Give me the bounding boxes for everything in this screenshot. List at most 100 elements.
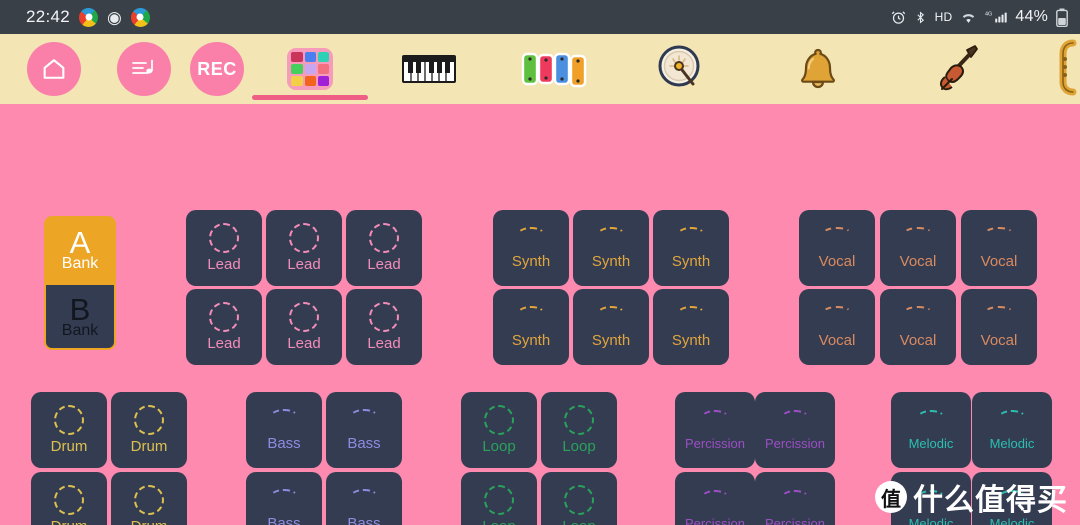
drum-tab[interactable] (615, 34, 749, 104)
pad-ring-icon (134, 485, 164, 515)
pad-melodic[interactable]: Melodic (891, 392, 971, 468)
pad-ring-icon (289, 223, 319, 253)
pad-label: Melodic (908, 435, 954, 451)
pad-vocal[interactable]: Vocal (961, 289, 1037, 365)
pad-synth[interactable]: Synth (493, 210, 569, 286)
pad-vocal[interactable]: Vocal (961, 210, 1037, 286)
pad-synth[interactable]: Synth (653, 210, 729, 286)
pad-bass[interactable]: Bass (326, 472, 402, 525)
pad-label: Drum (130, 438, 168, 455)
pad-ring-icon (822, 226, 852, 241)
pad-bass[interactable]: Bass (246, 392, 322, 468)
bank-b-button[interactable]: B Bank (44, 283, 116, 350)
xylophone-tab[interactable] (491, 34, 615, 104)
pad-vocal[interactable]: Vocal (799, 210, 875, 286)
pad-label: Loop (562, 518, 595, 525)
pad-vocal[interactable]: Vocal (799, 289, 875, 365)
pad-melodic[interactable]: Melodic (972, 472, 1052, 525)
pad-drum[interactable]: Drum (31, 472, 107, 525)
pad-lead[interactable]: Lead (186, 289, 262, 365)
pad-ring-icon (700, 489, 730, 508)
home-icon (40, 55, 68, 83)
grid-cell (304, 52, 316, 62)
home-button[interactable] (0, 34, 108, 104)
pad-lead[interactable]: Lead (186, 210, 262, 286)
song-list-button-circle[interactable] (117, 42, 172, 96)
wifi-icon (960, 10, 977, 25)
home-button-circle[interactable] (27, 42, 81, 96)
pad-label: Synth (671, 331, 711, 349)
pad-lead[interactable]: Lead (346, 210, 422, 286)
record-button[interactable]: REC (181, 34, 254, 104)
pad-ring-icon (484, 405, 514, 435)
pad-bass[interactable]: Bass (326, 392, 402, 468)
pad-label: Drum (50, 438, 88, 455)
bank-a-label: Bank (61, 255, 99, 272)
bell-tab[interactable] (748, 34, 887, 104)
pad-grid-tab[interactable] (252, 34, 369, 104)
pad-label: Synth (591, 331, 631, 349)
pad-loop[interactable]: Loop (541, 392, 617, 468)
pad-loop[interactable]: Loop (461, 392, 537, 468)
pads-area: A Bank B Bank Lead Lead Lead Lead Lead Lead Sy… (0, 104, 1080, 525)
pad-ring-icon (484, 485, 514, 515)
bank-selector: A Bank B Bank (44, 216, 116, 350)
pad-percission[interactable]: Percission (755, 472, 835, 525)
pad-synth[interactable]: Synth (573, 289, 649, 365)
pad-drum[interactable]: Drum (111, 472, 187, 525)
pad-drum[interactable]: Drum (31, 392, 107, 468)
pad-lead[interactable]: Lead (266, 210, 342, 286)
pad-label: Vocal (980, 331, 1018, 349)
bank-b-label: Bank (61, 322, 99, 339)
violin-tab[interactable] (888, 34, 1025, 104)
rec-icon: REC (197, 58, 237, 79)
pad-ring-icon (564, 485, 594, 515)
piano-tab[interactable] (367, 34, 491, 104)
status-bar-left: 22:42 ◉ (26, 7, 150, 27)
pad-lead[interactable]: Lead (266, 289, 342, 365)
pad-synth[interactable]: Synth (573, 210, 649, 286)
pad-vocal[interactable]: Vocal (880, 210, 956, 286)
pad-percission[interactable]: Percission (675, 472, 755, 525)
pad-label: Drum (51, 518, 88, 525)
song-list-button[interactable] (108, 34, 181, 104)
instrument-toolbar: REC (0, 34, 1080, 104)
tambourine-drum-icon (655, 44, 707, 94)
grid-cell (317, 76, 330, 86)
pad-loop[interactable]: Loop (461, 472, 537, 525)
pad-ring-icon (903, 226, 933, 241)
pad-synth[interactable]: Synth (653, 289, 729, 365)
pad-loop[interactable]: Loop (541, 472, 617, 525)
pad-drum[interactable]: Drum (111, 392, 187, 468)
grid-cell (291, 76, 303, 86)
pad-ring-icon (269, 488, 299, 507)
pad-ring-icon (209, 302, 239, 332)
pad-ring-icon (916, 489, 946, 508)
battery-percent-label: 44% (1015, 8, 1048, 25)
bank-a-button[interactable]: A Bank (44, 216, 116, 283)
record-button-circle[interactable]: REC (189, 42, 244, 96)
pad-label: Loop (482, 438, 516, 455)
pad-ring-icon (516, 226, 546, 245)
pad-ring-icon (596, 305, 626, 324)
pad-ring-icon (984, 305, 1014, 320)
pad-percission[interactable]: Percission (755, 392, 835, 468)
pad-synth[interactable]: Synth (493, 289, 569, 365)
pad-vocal[interactable]: Vocal (880, 289, 956, 365)
pad-percission[interactable]: Percission (675, 392, 755, 468)
pad-ring-icon (903, 305, 933, 320)
pad-melodic[interactable]: Melodic (891, 472, 971, 525)
saxophone-tab[interactable] (1025, 34, 1080, 104)
pad-ring-icon (700, 409, 730, 428)
pad-label: Vocal (818, 331, 856, 349)
pad-label: Synth (511, 252, 551, 270)
bell-icon (794, 44, 842, 94)
pad-melodic[interactable]: Melodic (972, 392, 1052, 468)
svg-text:4G: 4G (985, 11, 992, 17)
pad-label: Percission (685, 515, 745, 525)
pad-label: Lead (287, 335, 321, 352)
pad-bass[interactable]: Bass (246, 472, 322, 525)
bluetooth-icon (914, 10, 927, 25)
pad-lead[interactable]: Lead (346, 289, 422, 365)
pad-label: Loop (562, 438, 596, 455)
